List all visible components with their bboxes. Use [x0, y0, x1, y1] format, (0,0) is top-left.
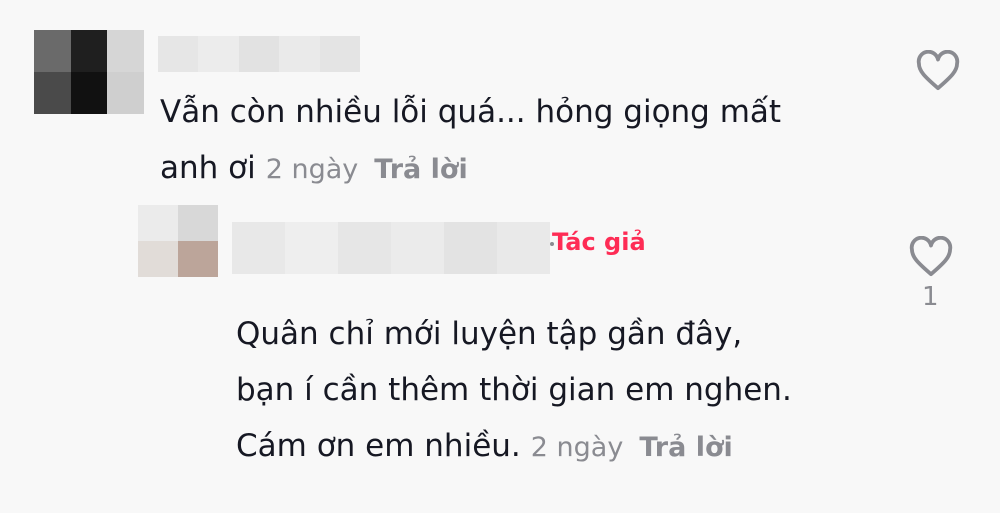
comment-text: Vẫn còn nhiều lỗi quá... hỏng giọng mất … [160, 84, 781, 198]
comment-time: 2 ngày [530, 432, 624, 463]
author-username[interactable] [232, 222, 550, 274]
comment-line: anh ơi [160, 150, 256, 186]
reply-button[interactable]: Trả lời [639, 432, 732, 463]
comment-line: Cám ơn em nhiều. [236, 428, 521, 464]
commenter-username[interactable] [158, 36, 361, 72]
comment-line-with-meta: Cám ơn em nhiều. 2 ngày Trả lời [236, 418, 792, 476]
heart-icon[interactable] [908, 236, 954, 278]
comment-time: 2 ngày [265, 154, 359, 185]
comment-line: Quân chỉ mới luyện tập gần đây, [236, 316, 743, 352]
reply-button[interactable]: Trả lời [374, 154, 467, 185]
comment-line: Vẫn còn nhiều lỗi quá... hỏng giọng mất [160, 94, 782, 130]
comment-line-with-meta: anh ơi 2 ngày Trả lời [160, 140, 781, 198]
commenter-avatar[interactable] [34, 30, 144, 114]
heart-icon[interactable] [915, 50, 961, 92]
comment-line: bạn í cần thêm thời gian em nghen. [236, 372, 792, 408]
author-avatar[interactable] [138, 205, 218, 277]
reply-text: Quân chỉ mới luyện tập gần đây, bạn í cầ… [236, 306, 792, 476]
author-badge: Tác giả [552, 228, 646, 256]
like-count: 1 [922, 282, 939, 312]
